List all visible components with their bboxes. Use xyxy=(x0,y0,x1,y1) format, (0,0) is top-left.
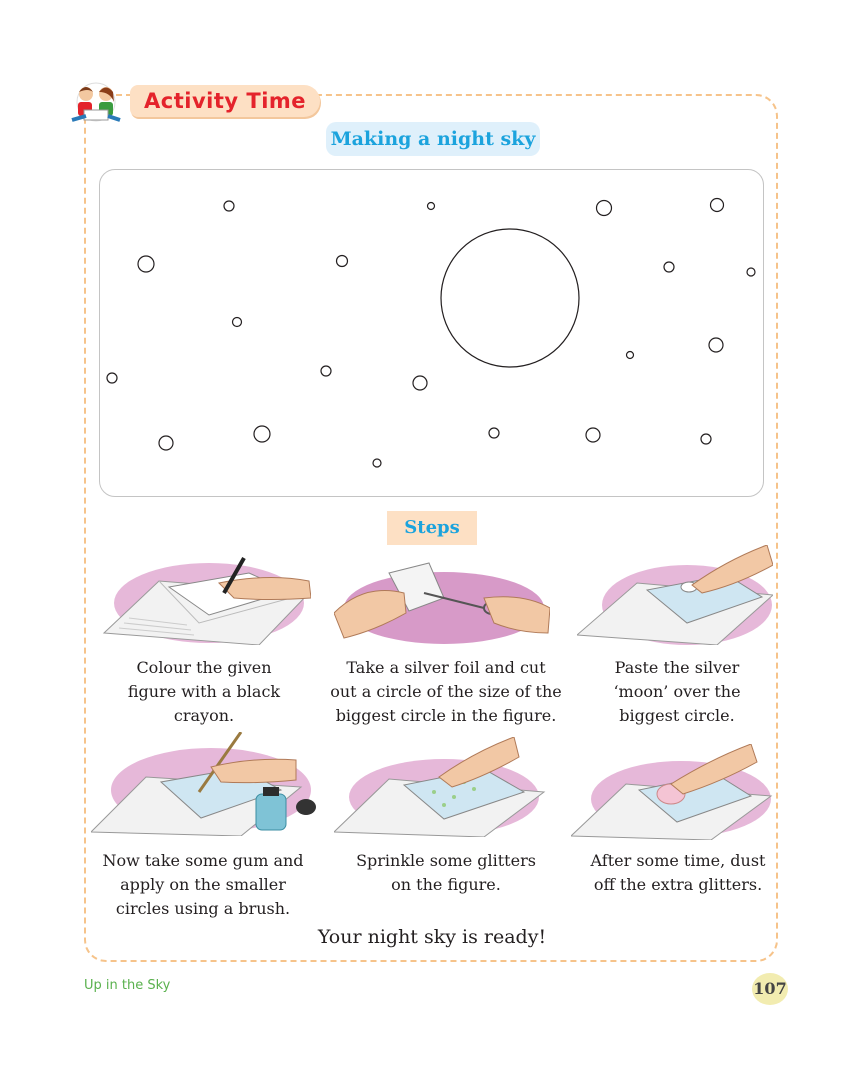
step-1-line-3: crayon. xyxy=(173,706,235,725)
step-5-line-1: Sprinkle some glitters xyxy=(356,851,536,870)
step-1-line-2: figure with a black xyxy=(127,682,281,701)
step-2-line-2: out a circle of the size of the xyxy=(330,682,562,701)
step-5-text: Sprinkle some glitters on the figure. xyxy=(340,849,552,897)
scissors-cutting-foil-icon xyxy=(334,562,550,644)
star-circle xyxy=(488,427,500,439)
star-circle xyxy=(595,199,613,217)
step-5-line-2: on the figure. xyxy=(391,875,501,894)
star-circle xyxy=(625,350,635,360)
star-circle xyxy=(223,200,235,212)
step-3-line-1: Paste the silver xyxy=(614,658,740,677)
step-6-line-2: off the extra glitters. xyxy=(593,875,763,894)
step-2-text: Take a silver foil and cut out a circle … xyxy=(318,656,574,728)
star-circle xyxy=(158,435,174,451)
kids-reading-icon xyxy=(71,82,121,122)
step-1-text: Colour the given figure with a black cra… xyxy=(99,656,309,728)
page-number: 107 xyxy=(752,973,788,1005)
step-6-text: After some time, dust off the extra glit… xyxy=(580,849,776,897)
steps-heading: Steps xyxy=(387,511,477,545)
activity-time-label: Activity Time xyxy=(130,85,321,117)
step-6-line-1: After some time, dust xyxy=(590,851,766,870)
hand-dusting-glitter-icon xyxy=(571,744,773,840)
star-circle xyxy=(253,425,271,443)
star-circle xyxy=(585,427,601,443)
star-circle xyxy=(412,375,428,391)
step-4-text: Now take some gum and apply on the small… xyxy=(92,849,314,921)
star-circle xyxy=(137,255,155,273)
step-3-line-2: ‘moon’ over the xyxy=(613,682,741,701)
star-circle xyxy=(708,337,724,353)
step-3-line-3: biggest circle. xyxy=(619,706,735,725)
chapter-name: Up in the Sky xyxy=(84,978,171,993)
brush-and-gum-bottle-icon xyxy=(91,732,316,836)
step-4-line-2: apply on the smaller xyxy=(120,875,286,894)
step-2-line-1: Take a silver foil and cut xyxy=(346,658,546,677)
star-circle xyxy=(746,267,756,277)
hand-pasting-moon-icon xyxy=(577,545,773,645)
star-circle xyxy=(709,197,725,213)
hand-sprinkling-glitter-icon xyxy=(334,737,546,837)
step-4-line-3: circles using a brush. xyxy=(115,899,291,918)
night-sky-circles-figure xyxy=(106,197,756,468)
step-2-line-3: biggest circle in the figure. xyxy=(335,706,557,725)
star-circle xyxy=(700,433,712,445)
star-circle xyxy=(372,458,382,468)
activity-title: Making a night sky xyxy=(326,122,540,156)
step-4-line-1: Now take some gum and xyxy=(102,851,304,870)
closing-message: Your night sky is ready! xyxy=(317,926,547,948)
star-circle xyxy=(320,365,332,377)
step-3-text: Paste the silver ‘moon’ over the biggest… xyxy=(586,656,768,728)
step-1-line-1: Colour the given xyxy=(136,658,272,677)
star-circle xyxy=(106,372,118,384)
hand-coloring-book-icon xyxy=(102,557,311,645)
star-circle xyxy=(426,201,436,211)
moon-circle xyxy=(440,228,580,368)
activity-time-badge: Activity Time xyxy=(66,80,336,130)
star-circle xyxy=(335,254,349,268)
star-circle xyxy=(663,261,675,273)
star-circle xyxy=(231,316,243,328)
